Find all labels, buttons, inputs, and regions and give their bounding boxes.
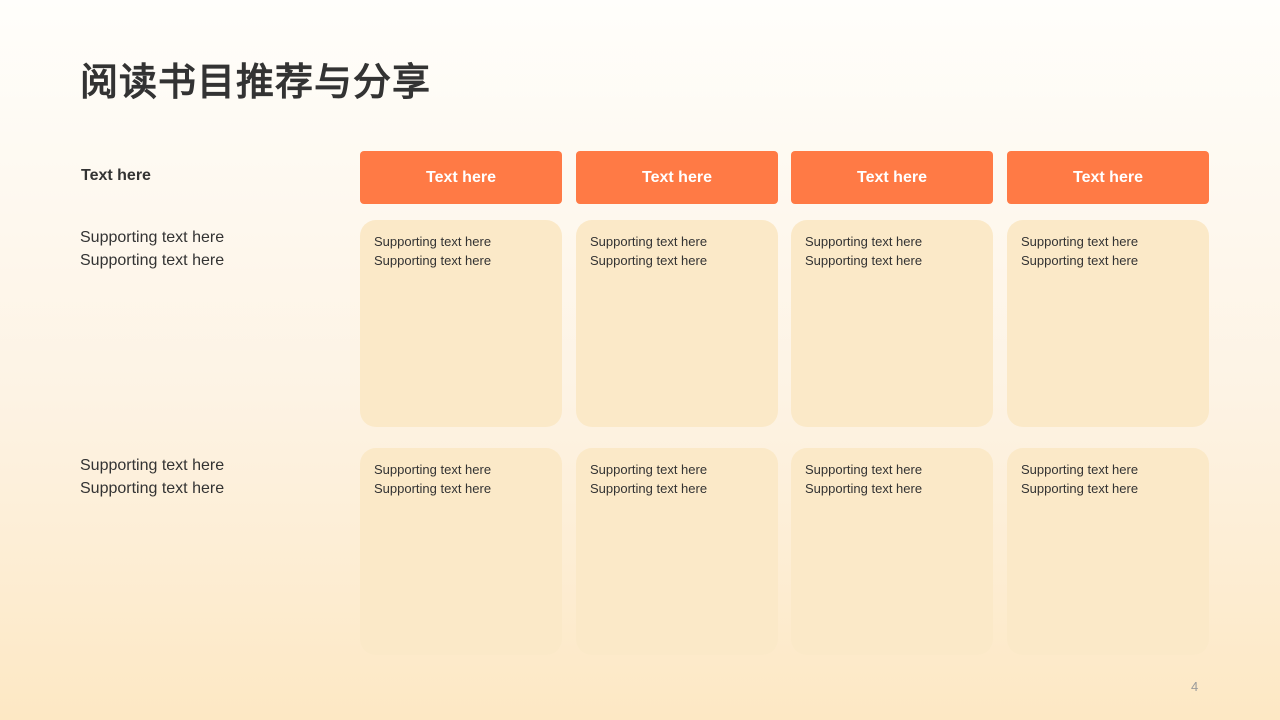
cell-text: Supporting text here bbox=[805, 481, 923, 496]
cell-text: Supporting text here bbox=[805, 234, 923, 249]
column-header-3: Text here bbox=[791, 151, 993, 204]
cell-text: Supporting text here bbox=[1021, 462, 1139, 477]
column-header-2: Text here bbox=[576, 151, 778, 204]
table-cell: Supporting text here Supporting text her… bbox=[791, 448, 993, 655]
row-label-2: Supporting text here Supporting text her… bbox=[80, 454, 330, 500]
cell-text: Supporting text here bbox=[1021, 481, 1139, 496]
cell-text: Supporting text here bbox=[1021, 253, 1139, 268]
cell-text: Supporting text here bbox=[590, 253, 708, 268]
row-label-line: Supporting text here bbox=[80, 252, 225, 269]
table-cell: Supporting text here Supporting text her… bbox=[360, 448, 562, 655]
cell-text: Supporting text here bbox=[805, 462, 923, 477]
table-cell: Supporting text here Supporting text her… bbox=[576, 448, 778, 655]
cell-text: Supporting text here bbox=[590, 462, 708, 477]
column-header-1: Text here bbox=[360, 151, 562, 204]
row-label-line: Supporting text here bbox=[80, 457, 225, 474]
cell-text: Supporting text here bbox=[374, 462, 492, 477]
table-cell: Supporting text here Supporting text her… bbox=[791, 220, 993, 427]
cell-text: Supporting text here bbox=[374, 481, 492, 496]
slide-title: 阅读书目推荐与分享 bbox=[80, 60, 432, 104]
table-corner-header: Text here bbox=[81, 167, 151, 184]
cell-text: Supporting text here bbox=[374, 253, 492, 268]
column-header-4: Text here bbox=[1007, 151, 1209, 204]
row-label-line: Supporting text here bbox=[80, 480, 225, 497]
table-cell: Supporting text here Supporting text her… bbox=[576, 220, 778, 427]
cell-text: Supporting text here bbox=[374, 234, 492, 249]
cell-text: Supporting text here bbox=[805, 253, 923, 268]
cell-text: Supporting text here bbox=[590, 481, 708, 496]
page-number: 4 bbox=[1191, 679, 1199, 694]
row-label-1: Supporting text here Supporting text her… bbox=[80, 226, 330, 272]
cell-text: Supporting text here bbox=[1021, 234, 1139, 249]
cell-text: Supporting text here bbox=[590, 234, 708, 249]
table-cell: Supporting text here Supporting text her… bbox=[360, 220, 562, 427]
row-label-line: Supporting text here bbox=[80, 229, 225, 246]
table-cell: Supporting text here Supporting text her… bbox=[1007, 220, 1209, 427]
table-cell: Supporting text here Supporting text her… bbox=[1007, 448, 1209, 655]
